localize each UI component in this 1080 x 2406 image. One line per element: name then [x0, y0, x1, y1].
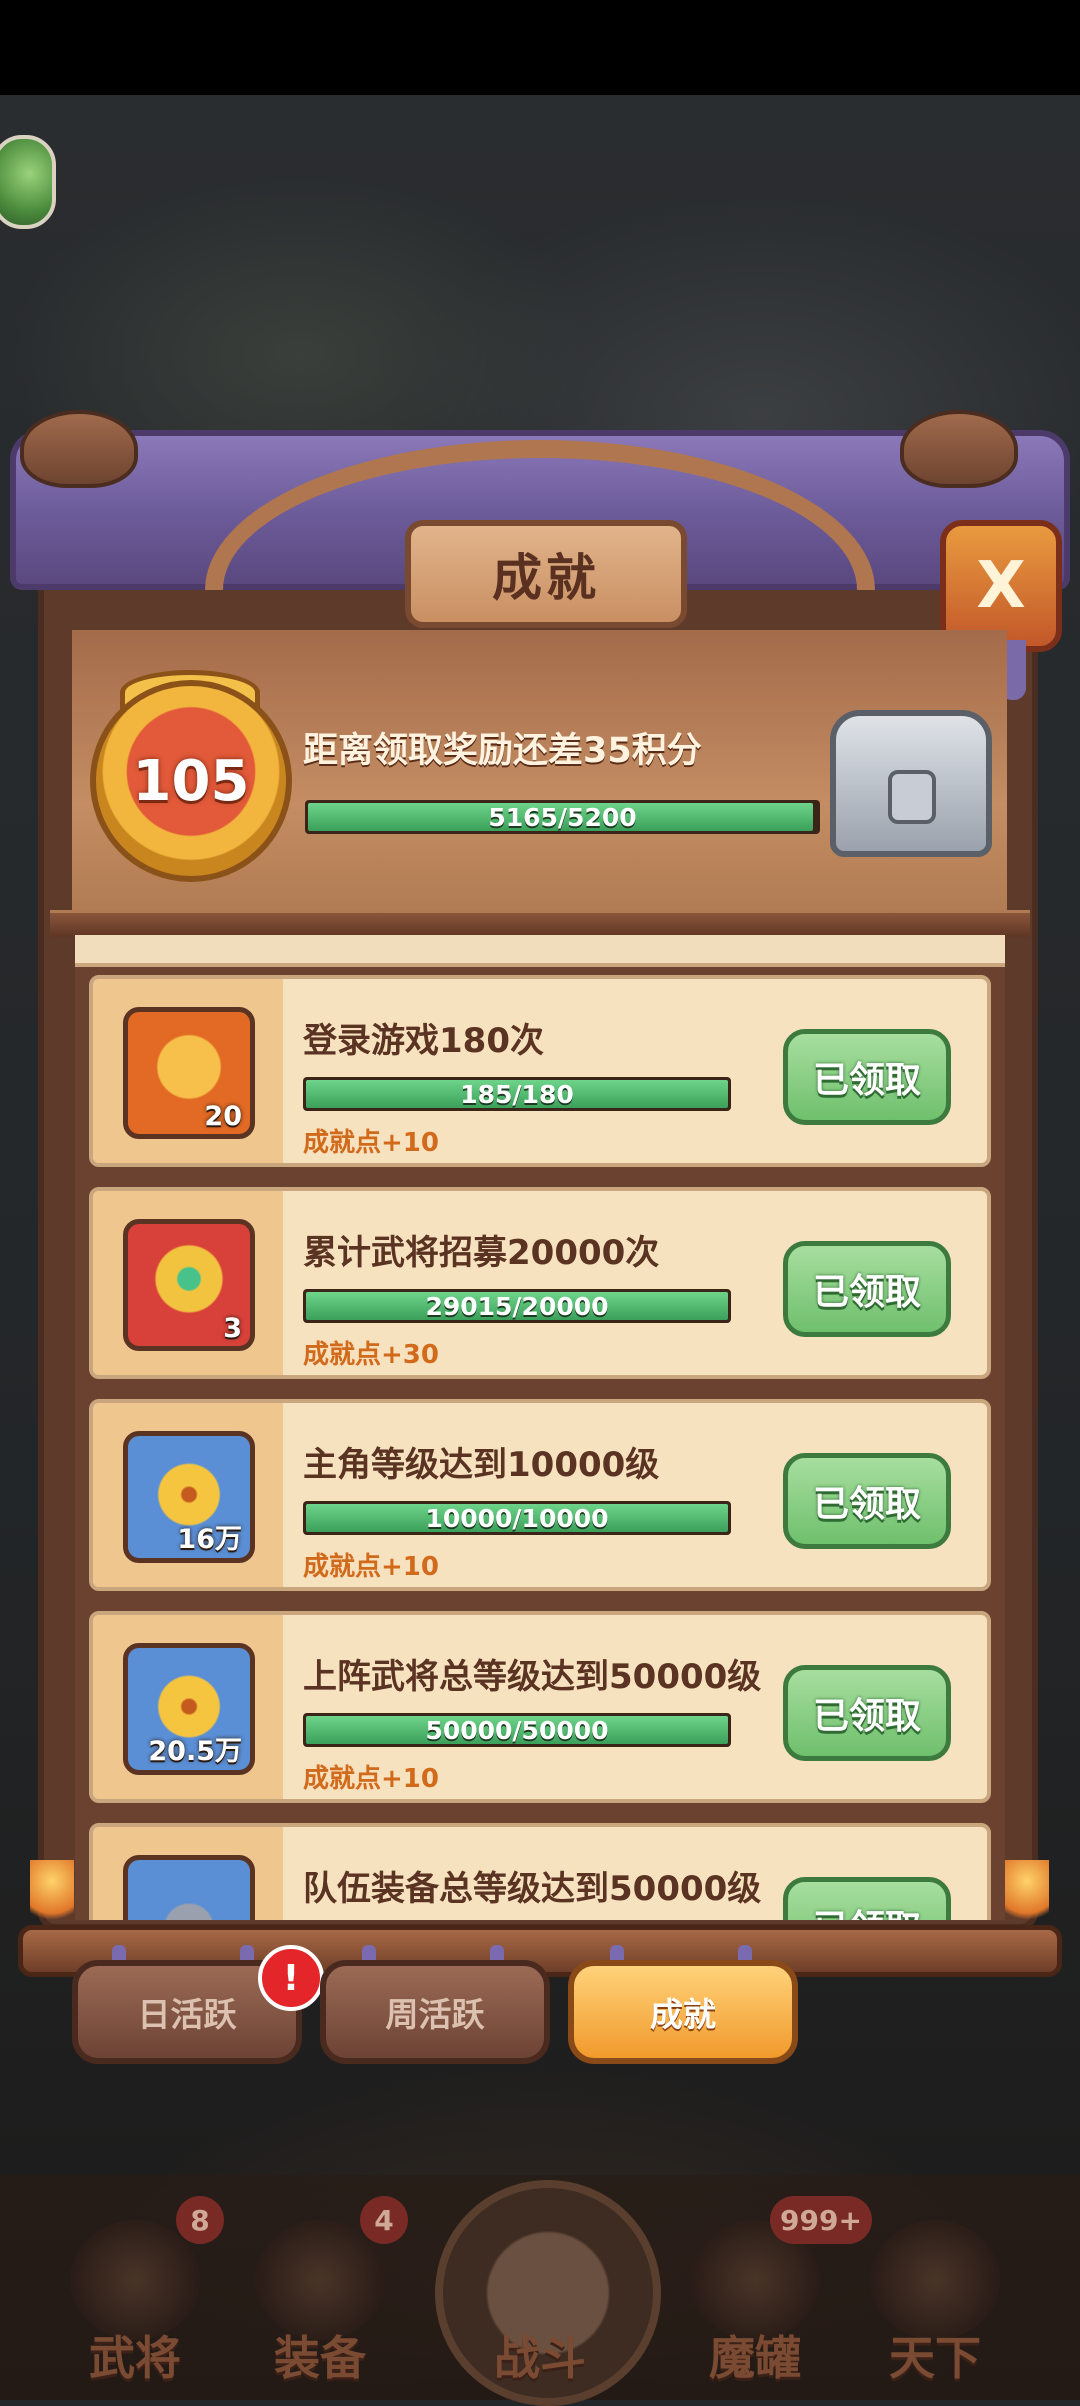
achievement-points: 成就点+30 — [303, 1340, 439, 1370]
torch-right-icon — [1005, 1860, 1049, 1930]
magic-jar-count-badge: 999+ — [770, 2196, 872, 2244]
tab-achievement[interactable]: 成就 — [568, 1960, 798, 2064]
tab-weekly-activity[interactable]: 周活跃 — [320, 1960, 550, 2064]
reward-quantity: 16万 — [177, 1524, 242, 1555]
achievement-progress-text: 50000/50000 — [425, 1715, 609, 1745]
achievement-title: 主角等级达到10000级 — [303, 1445, 660, 1485]
torch-left-icon — [30, 1860, 74, 1930]
alert-badge-icon: ! — [258, 1945, 324, 2011]
achievement-title: 登录游戏180次 — [303, 1021, 544, 1061]
roof-ornament-right-icon — [900, 410, 1018, 488]
achievement-item: 队伍装备总等级达到50000级 已领取 — [89, 1823, 991, 1920]
copper-coin-icon: 20.5万 — [123, 1643, 255, 1775]
reward-quantity: 20.5万 — [148, 1736, 242, 1767]
achievement-progress-text: 29015/20000 — [425, 1291, 609, 1321]
achievement-progress-bar: 185/180 — [303, 1077, 731, 1111]
achievement-level: 105 — [132, 748, 250, 814]
achievement-points: 成就点+10 — [303, 1128, 439, 1158]
achievement-item: 16万 主角等级达到10000级 10000/10000 成就点+10 已领取 — [89, 1399, 991, 1591]
achievement-list[interactable]: 20 登录游戏180次 185/180 成就点+10 已领取 3 累计武将招募2… — [75, 935, 1005, 1920]
reward-quantity: 3 — [223, 1313, 242, 1344]
copper-coin-icon: 16万 — [123, 1431, 255, 1563]
achievement-progress-text: 185/180 — [460, 1079, 574, 1109]
reward-progress-text: 5165/5200 — [488, 802, 637, 832]
claimed-button[interactable]: 已领取 — [783, 1877, 951, 1920]
achievement-points: 成就点+10 — [303, 1764, 439, 1794]
equipment-count-badge: 4 — [360, 2196, 408, 2244]
achievement-title: 上阵武将总等级达到50000级 — [303, 1657, 762, 1697]
reward-remaining-text: 距离领取奖励还差35积分 — [303, 731, 702, 771]
recruit-scroll-icon: 3 — [123, 1219, 255, 1351]
claimed-button[interactable]: 已领取 — [783, 1029, 951, 1125]
achievement-item: 20.5万 上阵武将总等级达到50000级 50000/50000 成就点+10… — [89, 1611, 991, 1803]
status-bar — [0, 0, 1080, 95]
reward-progress-bar: 5165/5200 — [305, 800, 820, 834]
nav-battle[interactable]: 战斗 — [465, 2322, 615, 2388]
panel-divider — [50, 910, 1030, 937]
gold-ingot-icon: 20 — [123, 1007, 255, 1139]
nav-equipment[interactable]: 装备 — [245, 2322, 395, 2388]
generals-count-badge: 8 — [176, 2196, 224, 2244]
chest-lock-icon — [888, 770, 936, 824]
achievement-progress-text: 10000/10000 — [425, 1503, 609, 1533]
achievement-title: 队伍装备总等级达到50000级 — [303, 1869, 762, 1909]
ore-stone-icon — [123, 1855, 255, 1920]
reward-quantity: 20 — [204, 1101, 242, 1132]
list-top-edge — [75, 935, 1005, 967]
achievement-progress-bar: 50000/50000 — [303, 1713, 731, 1747]
achievement-progress-bar: 10000/10000 — [303, 1501, 731, 1535]
nav-magic-jar[interactable]: 魔罐 — [680, 2322, 830, 2388]
achievement-points: 成就点+10 — [303, 1552, 439, 1582]
achievement-item: 3 累计武将招募20000次 29015/20000 成就点+30 已领取 — [89, 1187, 991, 1379]
claimed-button[interactable]: 已领取 — [783, 1241, 951, 1337]
achievement-title: 累计武将招募20000次 — [303, 1233, 660, 1273]
claimed-button[interactable]: 已领取 — [783, 1665, 951, 1761]
nav-world[interactable]: 天下 — [860, 2322, 1010, 2388]
roof-ornament-left-icon — [20, 410, 138, 488]
claimed-button[interactable]: 已领取 — [783, 1453, 951, 1549]
achievement-progress-bar: 29015/20000 — [303, 1289, 731, 1323]
panel-title: 成就 — [405, 520, 687, 628]
player-avatar-icon[interactable] — [0, 135, 56, 229]
achievement-item: 20 登录游戏180次 185/180 成就点+10 已领取 — [89, 975, 991, 1167]
nav-generals[interactable]: 武将 — [60, 2322, 210, 2388]
